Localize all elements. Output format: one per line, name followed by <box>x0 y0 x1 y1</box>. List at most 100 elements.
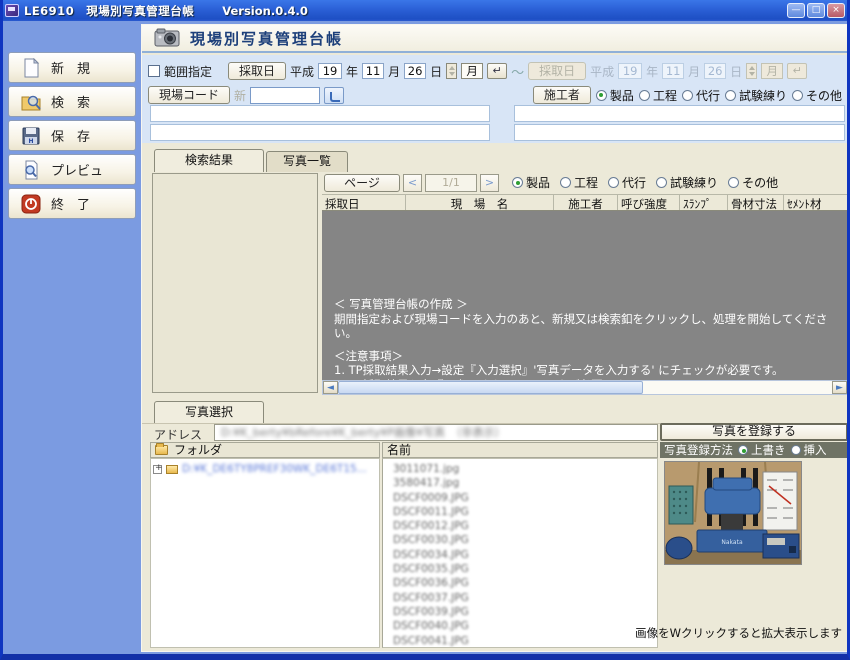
tab-search-results[interactable]: 検索結果 <box>154 149 264 172</box>
radio-insert[interactable]: 挿入 <box>791 442 827 458</box>
file-item[interactable]: 3580417.jpg <box>393 476 657 490</box>
guide-body: 期間指定および現場コードを入力のあと、新規又は検索釦をクリックし、処理を開始して… <box>334 312 840 341</box>
svg-text:H: H <box>28 138 33 145</box>
search-button[interactable]: 検 索 <box>8 86 136 117</box>
expand-icon[interactable] <box>153 465 162 474</box>
year-to-field: 19 <box>618 63 642 79</box>
titlebar: LE6910 現場別写真管理台帳 Version.0.4.0 — □ × <box>0 0 850 21</box>
folder-tree-item[interactable]: D:¥K_DE6TY8PREF30WK_DE6T15... <box>151 459 379 479</box>
exit-button-label: 終 了 <box>51 194 90 213</box>
page-title: 現場別写真管理台帳 <box>190 28 343 49</box>
minimize-button[interactable]: — <box>787 3 805 18</box>
file-item[interactable]: 3011071.jpg <box>393 462 657 476</box>
file-item[interactable]: DSCF0009.JPG <box>393 491 657 505</box>
horizontal-scrollbar[interactable]: ◄ ► <box>322 380 848 395</box>
year-unit-label: 年 <box>346 63 358 80</box>
main-panel: 現場別写真管理台帳 範囲指定 採取日 平成 19 年 11 月 26 日 月 <box>141 24 849 652</box>
site-code-input[interactable] <box>250 87 320 104</box>
file-item[interactable]: DSCF0039.JPG <box>393 605 657 619</box>
file-list[interactable]: 3011071.jpg 3580417.jpg DSCF0009.JPG DSC… <box>382 458 658 648</box>
day-to-unit: 日 <box>730 63 742 80</box>
new-button-label: 新 規 <box>51 58 90 77</box>
thumbnail-hint: 画像をWクリックすると拡大表示します <box>635 625 842 641</box>
day-field[interactable]: 26 <box>404 63 426 79</box>
scrollbar-thumb[interactable] <box>338 381 643 394</box>
radio-trial-mix[interactable]: 試験練り <box>725 87 787 104</box>
page-header: 現場別写真管理台帳 <box>142 25 848 53</box>
name-column-header[interactable]: 名前 <box>382 442 658 458</box>
register-method-label: 写真登録方法 <box>664 442 733 458</box>
col-slump: ｽﾗﾝﾌﾟ <box>680 195 728 210</box>
tab-photo-select[interactable]: 写真選択 <box>154 401 264 423</box>
results-radio-process[interactable]: 工程 <box>560 174 598 191</box>
date-to-spinner <box>746 63 757 79</box>
col-cement-material: ｾﾒﾝﾄ材 <box>784 195 848 210</box>
radio-process[interactable]: 工程 <box>639 87 677 104</box>
file-item[interactable]: DSCF0040.JPG <box>393 619 657 633</box>
preview-button[interactable]: プレビュ <box>8 154 136 185</box>
radio-proxy[interactable]: 代行 <box>682 87 720 104</box>
scroll-right-icon[interactable]: ► <box>832 381 847 394</box>
search-folder-icon <box>21 92 41 112</box>
contractor-field-1[interactable] <box>514 105 845 122</box>
site-name-field-2[interactable] <box>150 124 490 141</box>
site-code-lookup-button[interactable] <box>324 87 344 104</box>
results-radio-other[interactable]: その他 <box>728 174 778 191</box>
close-button[interactable]: × <box>827 3 845 18</box>
address-input[interactable]: D:¥K_berty¥bRefore¥K_berty¥P画像¥写真 （非表示） <box>214 424 658 441</box>
preview-button-label: プレビュ <box>51 160 103 179</box>
photo-thumbnail[interactable]: Nakata <box>664 461 802 565</box>
results-radio-product[interactable]: 製品 <box>512 174 550 191</box>
maximize-button[interactable]: □ <box>807 3 825 18</box>
site-code-button[interactable]: 現場コード <box>148 86 230 104</box>
new-button[interactable]: 新 規 <box>8 52 136 83</box>
year-field[interactable]: 19 <box>318 63 342 79</box>
apply-date-button[interactable]: ↵ <box>487 63 507 79</box>
range-checkbox[interactable] <box>148 65 160 77</box>
file-item[interactable]: DSCF0011.JPG <box>393 505 657 519</box>
col-site-name: 現 場 名 <box>406 195 554 210</box>
results-radio-trial-mix[interactable]: 試験練り <box>656 174 718 191</box>
next-page-button[interactable]: > <box>480 174 499 192</box>
file-item[interactable]: DSCF0030.JPG <box>393 533 657 547</box>
file-item[interactable]: DSCF0036.JPG <box>393 576 657 590</box>
save-button[interactable]: H 保 存 <box>8 120 136 151</box>
contractor-field-2[interactable] <box>514 124 845 141</box>
app-icon <box>5 4 19 17</box>
instructions-area: ＜ 写真管理台帳の作成 ＞ 期間指定および現場コードを入力のあと、新規又は検索釦… <box>322 211 848 380</box>
exit-button[interactable]: 終 了 <box>8 188 136 219</box>
radio-overwrite[interactable]: 上書き <box>738 442 786 458</box>
tab-photo-list[interactable]: 写真一覧 <box>266 151 348 172</box>
radio-product[interactable]: 製品 <box>596 87 634 104</box>
apply-date-to-button: ↵ <box>787 63 807 79</box>
day-unit-label: 日 <box>430 63 442 80</box>
register-photo-button[interactable]: 写真を登録する <box>660 423 848 441</box>
results-listbox[interactable] <box>152 173 318 393</box>
file-item[interactable]: DSCF0035.JPG <box>393 562 657 576</box>
date-to-group-disabled: 採取日 平成 19 年 11 月 26 日 月 ↵ <box>528 62 807 80</box>
folder-column-header[interactable]: フォルダ <box>150 442 380 458</box>
search-button-label: 検 索 <box>51 92 90 111</box>
unit-selector[interactable]: 月 <box>461 63 483 79</box>
month-to-unit: 月 <box>688 63 700 80</box>
results-table-header: 採取日 現 場 名 施工者 呼び強度 ｽﾗﾝﾌﾟ 骨材寸法 ｾﾒﾝﾄ材 <box>322 194 848 211</box>
date-spinner[interactable] <box>446 63 457 79</box>
month-field[interactable]: 11 <box>362 63 384 79</box>
results-radio-proxy[interactable]: 代行 <box>608 174 646 191</box>
site-name-field-1[interactable] <box>150 105 490 122</box>
page-button[interactable]: ページ <box>324 174 400 192</box>
filter-panel: 範囲指定 採取日 平成 19 年 11 月 26 日 月 ↵ ～ 採取 <box>142 55 848 143</box>
radio-other[interactable]: その他 <box>792 87 842 104</box>
address-label: アドレス <box>154 426 202 443</box>
contractor-button[interactable]: 施工者 <box>533 86 591 104</box>
file-item[interactable]: DSCF0012.JPG <box>393 519 657 533</box>
folder-tree[interactable]: D:¥K_DE6TY8PREF30WK_DE6T15... <box>150 458 380 648</box>
collection-date-button[interactable]: 採取日 <box>228 62 286 80</box>
file-item[interactable]: DSCF0034.JPG <box>393 548 657 562</box>
scroll-left-icon[interactable]: ◄ <box>323 381 338 394</box>
prev-page-button[interactable]: < <box>403 174 422 192</box>
file-item[interactable]: DSCF0037.JPG <box>393 591 657 605</box>
file-item[interactable]: DSCF0041.JPG <box>393 634 657 648</box>
window-version: Version.0.4.0 <box>222 4 308 18</box>
collection-date-to-button: 採取日 <box>528 62 586 80</box>
